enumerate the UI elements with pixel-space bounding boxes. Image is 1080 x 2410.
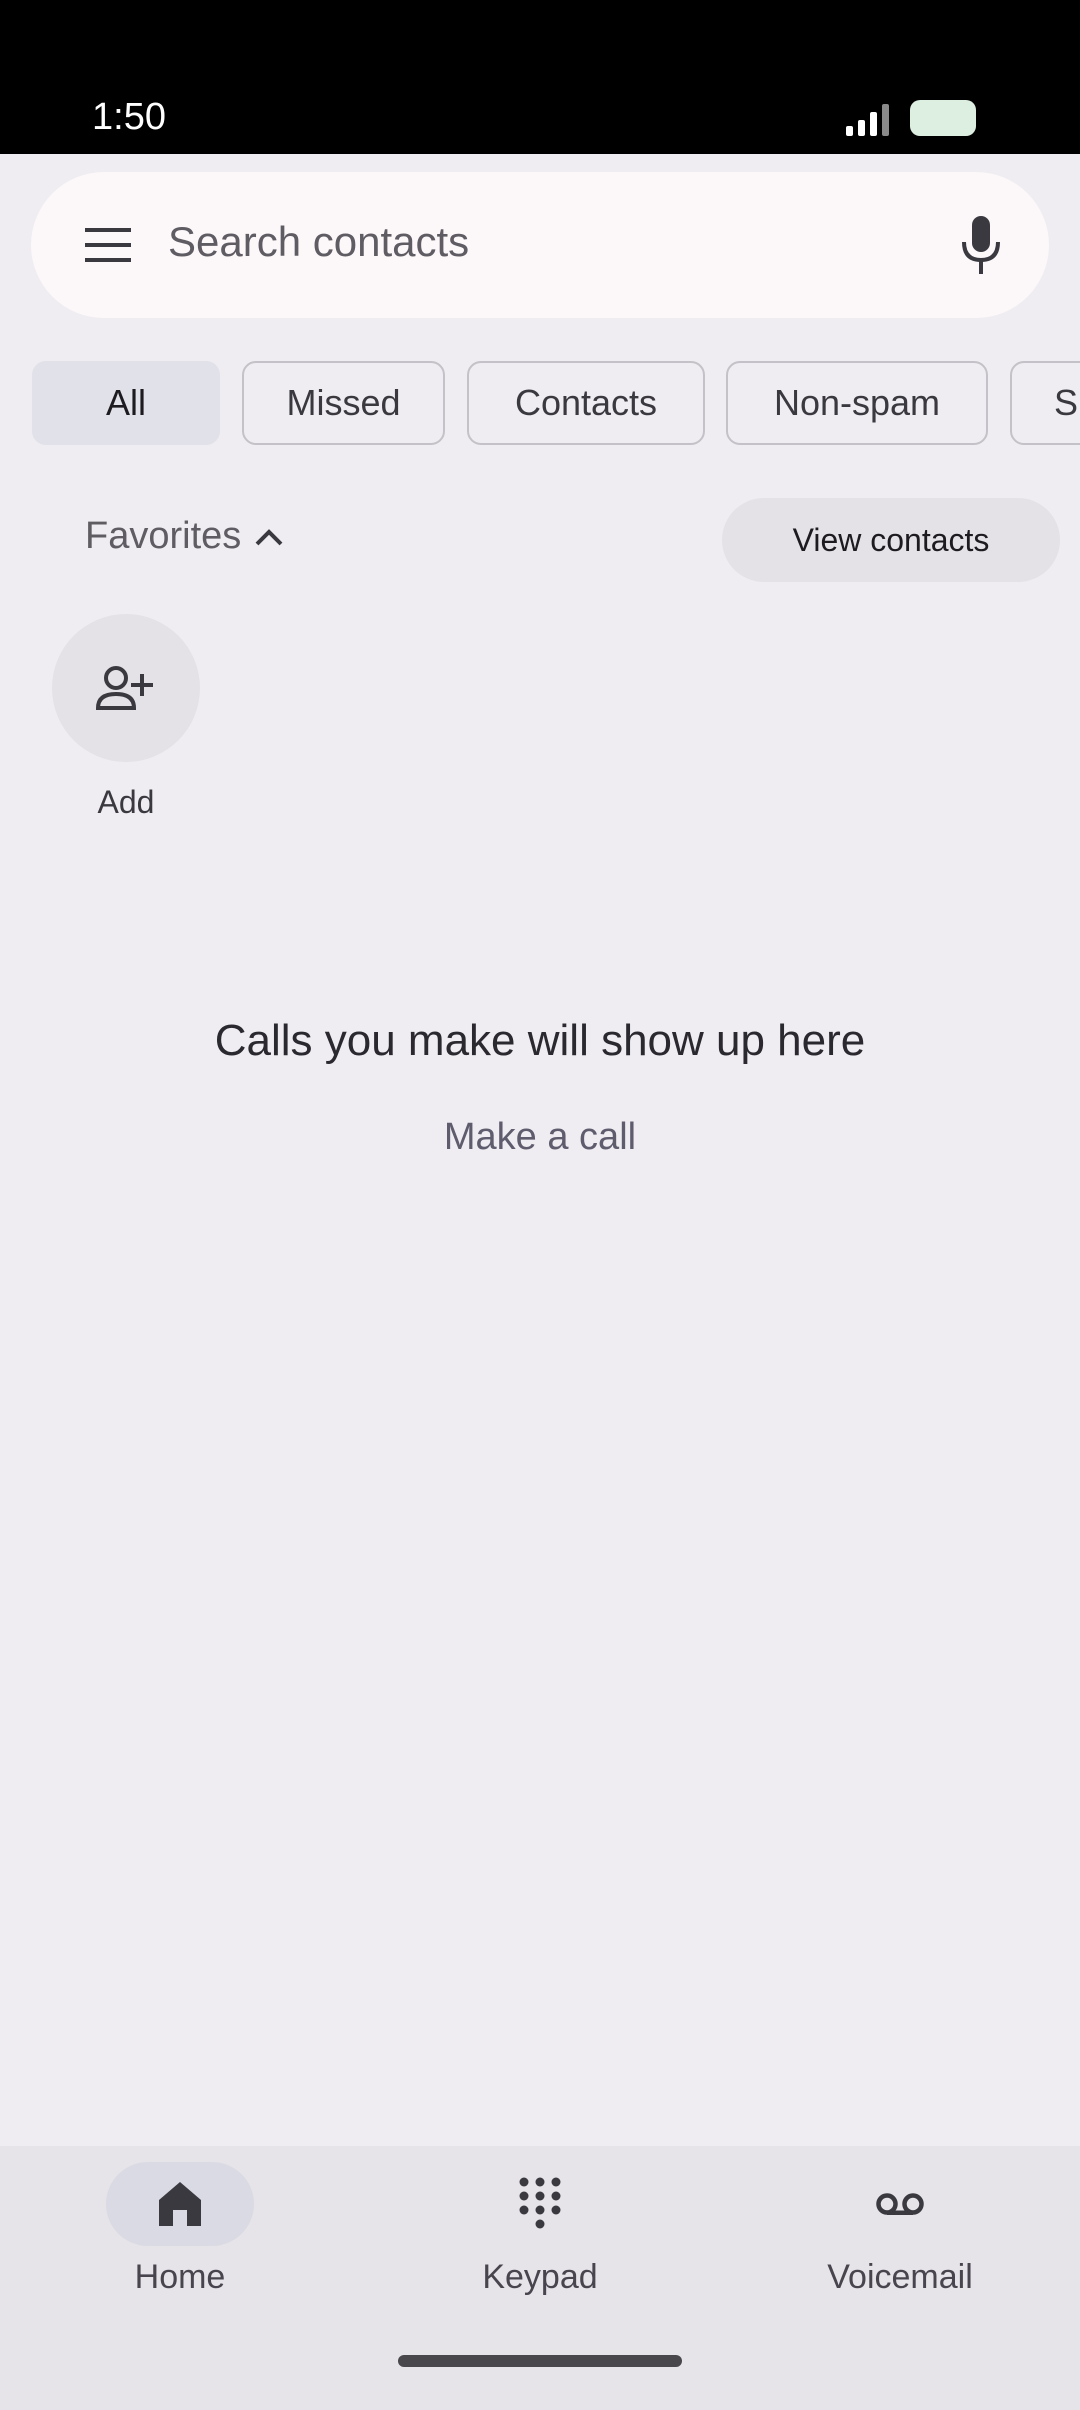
add-favorite-label: Add <box>97 784 155 820</box>
nav-keypad-label: Keypad <box>482 2258 598 2296</box>
status-bar: 1:50 <box>0 0 1080 154</box>
bottom-nav: Home Keypad Voicemail <box>0 2146 1080 2410</box>
make-call-link[interactable]: Make a call <box>0 1116 1080 1159</box>
add-favorite-button[interactable] <box>52 614 200 762</box>
voicemail-icon <box>876 2193 924 2215</box>
search-bar[interactable]: Search contacts <box>31 172 1049 318</box>
chip-all[interactable]: All <box>32 361 220 445</box>
mic-icon[interactable] <box>959 214 1003 276</box>
nav-home[interactable]: Home <box>0 2146 360 2346</box>
chip-non-spam[interactable]: Non-spam <box>726 361 988 445</box>
keypad-icon <box>519 2177 561 2229</box>
chip-spam[interactable]: Sp <box>1010 361 1080 445</box>
add-person-icon <box>96 666 153 710</box>
nav-voicemail[interactable]: Voicemail <box>720 2146 1080 2346</box>
nav-home-label: Home <box>134 2258 226 2296</box>
home-icon <box>159 2182 201 2226</box>
chevron-up-icon[interactable] <box>254 526 284 548</box>
empty-state-title: Calls you make will show up here <box>214 1016 866 1065</box>
search-input[interactable]: Search contacts <box>168 218 469 266</box>
home-indicator[interactable] <box>398 2355 682 2367</box>
filter-chips: All Missed Contacts Non-spam Sp <box>32 361 1080 445</box>
chip-missed[interactable]: Missed <box>242 361 445 445</box>
signal-icon <box>846 104 889 136</box>
status-time: 1:50 <box>92 96 166 138</box>
view-contacts-button[interactable]: View contacts <box>722 498 1060 582</box>
menu-icon[interactable] <box>83 222 133 268</box>
battery-icon <box>910 100 976 136</box>
nav-voicemail-label: Voicemail <box>827 2258 973 2296</box>
chip-contacts[interactable]: Contacts <box>467 361 705 445</box>
favorites-label[interactable]: Favorites <box>85 515 241 558</box>
nav-keypad[interactable]: Keypad <box>360 2146 720 2346</box>
